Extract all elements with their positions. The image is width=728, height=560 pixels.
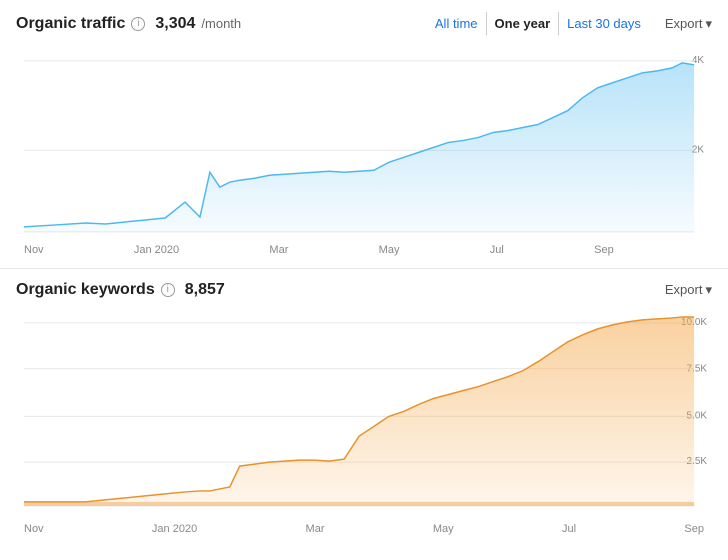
keywords-export-button[interactable]: Export ▾ [665, 282, 712, 298]
traffic-x-label-2: Mar [269, 244, 288, 256]
traffic-filter-all-time[interactable]: All time [427, 12, 486, 35]
keywords-x-label-5: Sep [684, 523, 704, 535]
keywords-x-label-1: Jan 2020 [152, 523, 197, 535]
traffic-x-axis: Nov Jan 2020 Mar May Jul Sep [16, 242, 712, 264]
traffic-export-chevron-icon: ▾ [705, 16, 712, 32]
keywords-chart-container: 10.0K 7.5K 5.0K 2.5K [16, 307, 712, 543]
traffic-filter-last-30[interactable]: Last 30 days [559, 12, 649, 35]
traffic-export-label: Export [665, 16, 703, 31]
keywords-header: Organic keywords i 8,857 Export ▾ [16, 281, 712, 299]
keywords-section: Organic keywords i 8,857 Export ▾ 10.0K … [0, 269, 728, 543]
traffic-info-icon[interactable]: i [131, 17, 145, 31]
traffic-title-group: Organic traffic i 3,304 /month [16, 15, 241, 33]
keywords-x-label-4: Jul [562, 523, 576, 535]
traffic-x-label-5: Sep [594, 244, 614, 256]
keywords-area-fill [24, 317, 694, 506]
keywords-floor-band [24, 502, 694, 506]
keywords-x-axis: Nov Jan 2020 Mar May Jul Sep [16, 521, 712, 543]
traffic-chart-container: 4K 2K Nov Jan 2020 Mar May Jul Sep [16, 43, 712, 264]
traffic-controls: All time One year Last 30 days Export ▾ [427, 12, 712, 35]
keywords-controls: Export ▾ [649, 282, 712, 298]
keywords-chart: 10.0K 7.5K 5.0K 2.5K [16, 307, 712, 521]
traffic-metric-value: 3,304 [155, 15, 195, 33]
keywords-x-label-0: Nov [24, 523, 44, 535]
traffic-header: Organic traffic i 3,304 /month All time … [16, 12, 712, 35]
traffic-x-label-4: Jul [490, 244, 504, 256]
keywords-export-chevron-icon: ▾ [705, 282, 712, 298]
traffic-area-fill [24, 63, 694, 232]
traffic-x-label-1: Jan 2020 [134, 244, 179, 256]
keywords-export-label: Export [665, 282, 703, 297]
traffic-title: Organic traffic [16, 15, 125, 33]
keywords-x-label-2: Mar [306, 523, 325, 535]
traffic-metric-unit: /month [201, 16, 241, 31]
keywords-metric-value: 8,857 [185, 281, 225, 299]
traffic-x-label-3: May [379, 244, 400, 256]
traffic-chart: 4K 2K [16, 43, 712, 242]
keywords-info-icon[interactable]: i [161, 283, 175, 297]
traffic-export-button[interactable]: Export ▾ [665, 16, 712, 32]
keywords-x-label-3: May [433, 523, 454, 535]
keywords-title: Organic keywords [16, 281, 155, 299]
traffic-x-label-0: Nov [24, 244, 44, 256]
traffic-filter-one-year[interactable]: One year [486, 12, 560, 35]
keywords-title-group: Organic keywords i 8,857 [16, 281, 225, 299]
traffic-section: Organic traffic i 3,304 /month All time … [0, 0, 728, 269]
